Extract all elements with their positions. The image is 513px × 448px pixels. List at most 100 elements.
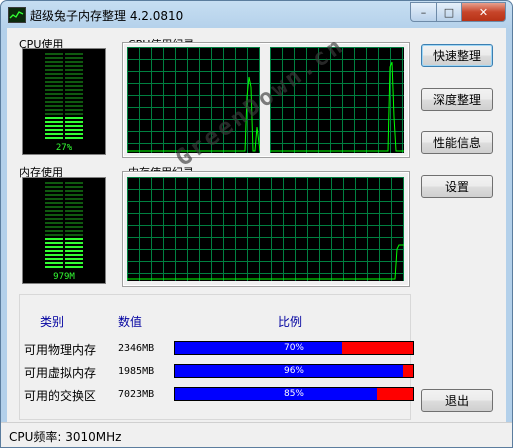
cpu-meter-segment	[65, 61, 83, 63]
cpu-history-graph-core2	[270, 47, 404, 153]
cpu-meter-segment	[65, 53, 83, 55]
memory-stats-table: 类别 数值 比例 可用物理内存 2346MB 70% 可用虚拟内存 1985MB…	[19, 294, 414, 420]
memory-meter-segment	[65, 242, 83, 244]
usage-bar-percent: 85%	[283, 389, 304, 399]
memory-meter-segment	[45, 182, 63, 184]
usage-bar: 96%	[174, 364, 414, 378]
cpu-meter-segment	[65, 137, 83, 139]
cpu-meter-segment	[65, 121, 83, 123]
title-bar[interactable]: 超级兔子内存整理 4.2.0810 – □ ✕	[1, 1, 512, 28]
cpu-meter-segment	[65, 85, 83, 87]
column-header-category: 类别	[40, 315, 65, 329]
cpu-meter-segment	[45, 65, 63, 67]
cpu-meter-segment	[65, 133, 83, 135]
cpu-meter-segment	[65, 97, 83, 99]
cpu-meter-segment	[45, 73, 63, 75]
memory-meter-segment	[65, 230, 83, 232]
exit-button[interactable]: 退出	[421, 389, 493, 412]
cpu-meter-segment	[45, 93, 63, 95]
cpu-meter-segment	[45, 109, 63, 111]
memory-meter-segment	[45, 242, 63, 244]
cpu-meter-segment	[45, 77, 63, 79]
memory-meter-segment	[45, 254, 63, 256]
usage-bar-percent: 96%	[283, 366, 304, 376]
memory-meter-segment	[65, 262, 83, 264]
row-value: 7023MB	[118, 389, 155, 400]
memory-meter-segment	[45, 238, 63, 240]
cpu-meter-segment	[65, 69, 83, 71]
window-controls: – □ ✕	[410, 2, 506, 22]
cpu-meter-segment	[65, 113, 83, 115]
cpu-meter-segment	[65, 101, 83, 103]
memory-meter-segment	[65, 202, 83, 204]
settings-button[interactable]: 设置	[421, 175, 493, 198]
cpu-meter-segment	[45, 57, 63, 59]
cpu-meter-segment	[65, 93, 83, 95]
performance-info-button[interactable]: 性能信息	[421, 131, 493, 154]
memory-meter-segment	[45, 202, 63, 204]
fast-optimize-button[interactable]: 快速整理	[421, 44, 493, 67]
cpu-meter-segment	[65, 125, 83, 127]
memory-meter-segment	[65, 194, 83, 196]
column-header-value: 数值	[118, 315, 143, 329]
memory-meter-segment	[65, 206, 83, 208]
usage-bar-percent: 70%	[283, 343, 304, 353]
cpu-meter-segment	[45, 85, 63, 87]
cpu-meter-value: 27%	[56, 143, 73, 153]
row-value: 1985MB	[118, 366, 155, 377]
memory-meter-segment	[65, 238, 83, 240]
usage-bar: 70%	[174, 341, 414, 355]
memory-meter-segment	[45, 246, 63, 248]
cpu-meter-segment	[45, 121, 63, 123]
memory-meter-segment	[65, 210, 83, 212]
cpu-meter-segment	[45, 105, 63, 107]
app-icon	[8, 7, 26, 23]
cpu-meter-segment	[65, 73, 83, 75]
memory-meter-segment	[45, 214, 63, 216]
cpu-usage-meter: 27%	[22, 48, 106, 155]
close-button[interactable]: ✕	[462, 2, 506, 22]
cpu-meter-segment	[45, 97, 63, 99]
minimize-button[interactable]: –	[410, 2, 437, 22]
cpu-meter-segment	[65, 57, 83, 59]
row-label: 可用的交换区	[24, 389, 97, 403]
cpu-meter-segment	[45, 81, 63, 83]
memory-meter-segment	[45, 194, 63, 196]
column-header-ratio: 比例	[278, 315, 303, 329]
cpu-meter-segment	[45, 129, 63, 131]
memory-meter-segment	[65, 234, 83, 236]
row-label: 可用虚拟内存	[24, 366, 97, 380]
memory-meter-segment	[45, 218, 63, 220]
row-value: 2346MB	[118, 343, 155, 354]
memory-meter-segment	[65, 258, 83, 260]
memory-meter-segment	[65, 214, 83, 216]
cpu-meter-segment	[65, 81, 83, 83]
cpu-meter-segment	[65, 105, 83, 107]
row-label: 可用物理内存	[24, 343, 97, 357]
memory-meter-segment	[45, 230, 63, 232]
memory-meter-segment	[65, 226, 83, 228]
memory-meter-segment	[65, 250, 83, 252]
cpu-meter-segment	[65, 89, 83, 91]
cpu-meter-segment	[65, 77, 83, 79]
memory-meter-segment	[45, 222, 63, 224]
memory-meter-segment	[65, 266, 83, 268]
cpu-meter-segment	[45, 89, 63, 91]
memory-meter-segment	[45, 266, 63, 268]
memory-meter-segment	[65, 222, 83, 224]
client-area: CPU使用 27% CPU使用纪录 内存使用 979M 内存使用纪录	[7, 28, 506, 422]
cpu-meter-segment	[45, 137, 63, 139]
memory-meter-segment	[45, 258, 63, 260]
deep-optimize-button[interactable]: 深度整理	[421, 88, 493, 111]
cpu-meter-segment	[45, 69, 63, 71]
memory-meter-segment	[65, 246, 83, 248]
memory-meter-segment	[45, 250, 63, 252]
cpu-meter-segment	[45, 113, 63, 115]
memory-history-graph	[127, 177, 404, 281]
memory-meter-segment	[65, 218, 83, 220]
cpu-meter-segment	[65, 117, 83, 119]
memory-meter-segment	[45, 198, 63, 200]
cpu-meter-segment	[65, 65, 83, 67]
window-title: 超级兔子内存整理 4.2.0810	[30, 9, 184, 23]
maximize-button[interactable]: □	[437, 2, 462, 22]
